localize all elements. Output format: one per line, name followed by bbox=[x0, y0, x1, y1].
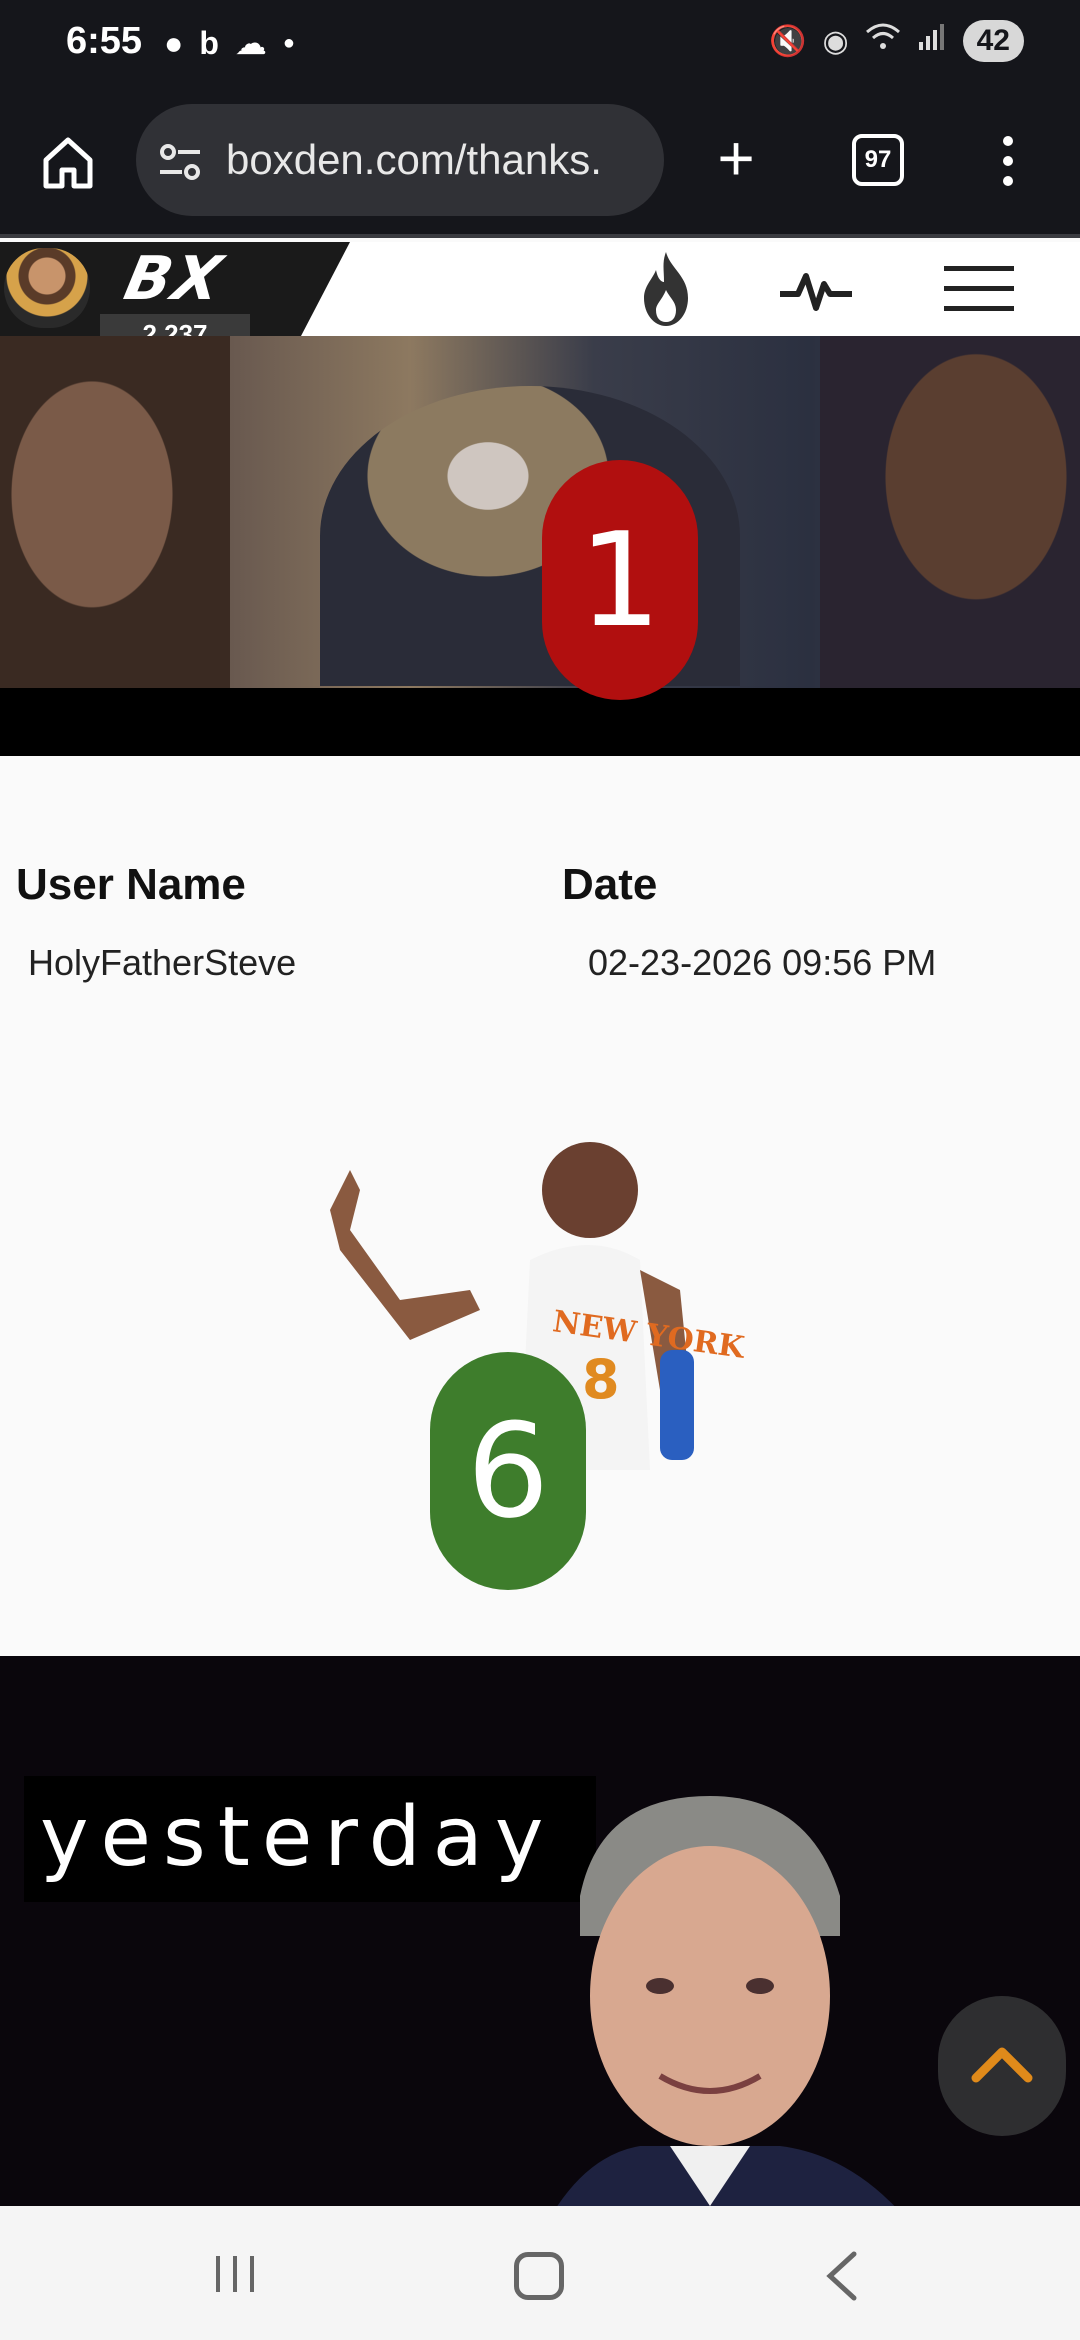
wifi-icon bbox=[865, 22, 901, 60]
caption-box: yesterday bbox=[24, 1776, 596, 1902]
address-bar[interactable]: boxden.com/thanks. bbox=[136, 104, 664, 216]
status-right-icons: 🔇 ◉ 42 bbox=[769, 20, 1024, 62]
mute-icon: 🔇 bbox=[769, 24, 807, 58]
rank-badge-red: 1 bbox=[542, 460, 698, 700]
status-left-icons: ● b ☁ ● bbox=[164, 24, 295, 62]
dot-icon: ● bbox=[282, 31, 295, 54]
url-text[interactable]: boxden.com/thanks. bbox=[226, 136, 646, 184]
home-button[interactable] bbox=[36, 130, 100, 194]
signal-icon bbox=[917, 22, 947, 60]
bottom-meme-section: yesterday bbox=[0, 1656, 1080, 2206]
scroll-to-top-button[interactable] bbox=[938, 1996, 1066, 2136]
tab-switcher-button[interactable]: 97 bbox=[852, 134, 904, 186]
banner-image bbox=[0, 336, 1080, 756]
hamburger-menu-icon[interactable] bbox=[944, 266, 1014, 316]
location-icon: ◉ bbox=[822, 24, 849, 58]
status-time: 6:55 bbox=[66, 20, 143, 62]
site-header: BX 2,237 bbox=[0, 242, 1080, 354]
chevron-up-icon bbox=[971, 2047, 1033, 2083]
menu-dot-icon bbox=[1003, 176, 1013, 186]
home-icon bbox=[43, 137, 93, 189]
browser-toolbar: boxden.com/thanks. + 97 bbox=[0, 88, 1080, 238]
rank-badge-green: 6 bbox=[430, 1352, 586, 1590]
banner-person-right bbox=[820, 336, 1080, 688]
portrait-image bbox=[557, 1796, 895, 2206]
column-header-date: Date bbox=[562, 860, 658, 909]
home-nav-icon[interactable] bbox=[514, 2252, 564, 2300]
status-bar: 6:55 ● b ☁ ● 🔇 ◉ 42 bbox=[0, 0, 1080, 88]
back-icon[interactable] bbox=[822, 2248, 862, 2304]
activity-icon[interactable] bbox=[778, 262, 854, 318]
date-cell: 02-23-2026 09:56 PM bbox=[588, 942, 937, 983]
fire-icon[interactable] bbox=[634, 250, 698, 328]
user-avatar[interactable] bbox=[4, 248, 90, 328]
new-tab-button[interactable]: + bbox=[708, 126, 764, 192]
weather-icon: ☁ bbox=[234, 25, 267, 61]
browser-menu-button[interactable] bbox=[996, 130, 1020, 194]
menu-dot-icon bbox=[1003, 156, 1013, 166]
menu-dot-icon bbox=[1003, 136, 1013, 146]
caption-text: yesterday bbox=[40, 1790, 556, 1885]
bing-icon: b bbox=[199, 24, 219, 61]
user-name-cell[interactable]: HolyFatherSteve bbox=[28, 942, 296, 984]
jersey-number: 8 bbox=[582, 1348, 620, 1411]
system-navigation-bar bbox=[0, 2206, 1080, 2340]
notification-icon: ● bbox=[164, 24, 184, 61]
site-settings-icon[interactable] bbox=[158, 140, 202, 184]
recent-apps-icon[interactable] bbox=[210, 2252, 260, 2296]
site-logo[interactable]: BX bbox=[119, 244, 230, 314]
column-header-user-name: User Name bbox=[16, 860, 246, 909]
banner-person-left bbox=[0, 336, 230, 688]
battery-indicator: 42 bbox=[962, 20, 1024, 62]
